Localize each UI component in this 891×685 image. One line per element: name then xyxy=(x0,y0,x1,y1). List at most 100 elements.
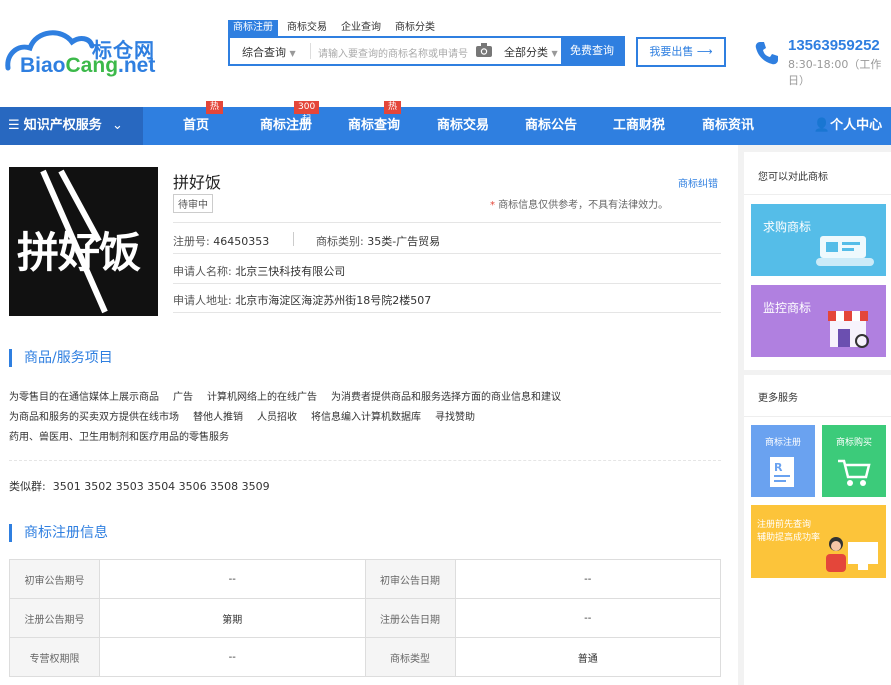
camera-icon[interactable] xyxy=(476,43,492,57)
search-tab-company[interactable]: 企业查询 xyxy=(336,20,386,36)
class-label: 商标类别: xyxy=(316,235,364,248)
phone-icon xyxy=(755,42,778,65)
handshake-icon xyxy=(816,236,874,266)
nav-home[interactable]: 首页 热 xyxy=(172,101,224,145)
nav-news[interactable]: 商标资讯 xyxy=(698,107,758,145)
trademark-name: 拼好饭 xyxy=(173,173,222,192)
nav-notice[interactable]: 商标公告 xyxy=(521,107,581,145)
applicant-label: 申请人名称: xyxy=(173,265,232,278)
registration-table: 初审公告期号 -- 初审公告日期 -- 注册公告期号 第期 注册公告日期 -- … xyxy=(9,559,721,677)
asterisk: * xyxy=(490,200,495,211)
table-key: 注册公告期号 xyxy=(9,598,100,638)
similar-label: 类似群: xyxy=(9,480,46,493)
nav-user-center[interactable]: 👤个人中心 xyxy=(810,107,886,145)
search-category-label: 全部分类 xyxy=(504,46,548,59)
buy-trademark-label: 求购商标 xyxy=(763,220,812,234)
nav-trade[interactable]: 商标交易 xyxy=(433,107,493,145)
search-category-select[interactable]: 全部分类 ▼ xyxy=(504,44,558,60)
hot-badge: 热 xyxy=(384,101,402,114)
table-row: 注册公告期号 第期 注册公告日期 -- xyxy=(9,598,721,638)
address-value: 北京市海淀区海淀苏州街18号院2楼507 xyxy=(235,294,432,307)
report-error-link[interactable]: 商标纠错 xyxy=(678,175,718,190)
logo-en-text[interactable]: BiaoCang.net xyxy=(20,54,155,78)
promo-line1: 注册前先查询 xyxy=(757,520,812,530)
monitor-trademark-card[interactable]: 监控商标 xyxy=(751,285,886,357)
goods-item: 为零售目的在通信媒体上展示商品 xyxy=(9,392,159,403)
divider xyxy=(744,370,891,375)
main-nav: ☰ 知识产权服务 ⌄ 首页热 商标注册 300起 商标查询热 商标交易 商标公告 … xyxy=(0,101,891,145)
divider xyxy=(744,194,891,195)
table-key: 注册公告日期 xyxy=(364,598,456,638)
divider xyxy=(9,460,721,461)
search-tab-register[interactable]: 商标注册 xyxy=(228,20,278,36)
nav-finance[interactable]: 工商财税 xyxy=(609,107,669,145)
divider xyxy=(173,253,721,254)
table-key: 初审公告日期 xyxy=(364,559,456,599)
trademark-class: 商标类别: 35类-广告贸易 xyxy=(316,233,440,249)
register-service-card[interactable]: 商标注册 R xyxy=(751,425,815,497)
arrow-right-icon: ⟶ xyxy=(696,45,713,58)
goods-item: 药用、兽医用、卫生用制剂和医疗用品的零售服务 xyxy=(9,432,229,443)
chevron-down-icon: ⌄ xyxy=(111,118,123,133)
logo-en-c: .net xyxy=(118,54,156,77)
similar-groups: 类似群: 3501 3502 3503 3504 3506 3508 3509 xyxy=(9,478,270,494)
section-title-goods: 商品/服务项目 xyxy=(9,349,113,367)
ip-services-label: 知识产权服务 xyxy=(23,118,102,133)
search-tabs: 商标注册 商标交易 企业查询 商标分类 xyxy=(228,20,444,36)
search-mode-select[interactable]: 综合查询 ▼ xyxy=(242,44,296,60)
table-value: -- xyxy=(99,637,366,677)
reg-no-label: 注册号: xyxy=(173,235,210,248)
search-tab-trade[interactable]: 商标交易 xyxy=(282,20,332,36)
trademark-image-text: 拼好饭 xyxy=(17,228,141,277)
header: 标仓网 BiaoCang.net 商标注册 商标交易 企业查询 商标分类 综合查… xyxy=(0,0,891,107)
customer-service-icon xyxy=(826,537,878,572)
goods-item: 为商品和服务的买卖双方提供在线市场 xyxy=(9,412,179,423)
goods-line: 为商品和服务的买卖双方提供在线市场 替他人推销 人员招收 将信息编入计算机数据库 寻找赞… xyxy=(9,408,729,428)
goods-item: 替他人推销 xyxy=(193,412,243,423)
monitor-trademark-label: 监控商标 xyxy=(763,301,812,315)
goods-list: 为零售目的在通信媒体上展示商品 广告 计算机网络上的在线广告 为消费者提供商品和服务选… xyxy=(9,388,729,448)
goods-item: 计算机网络上的在线广告 xyxy=(207,392,317,403)
user-center-label: 个人中心 xyxy=(830,118,883,133)
goods-item: 为消费者提供商品和服务选择方面的商业信息和建议 xyxy=(331,392,561,403)
chevron-down-icon: ▼ xyxy=(551,49,558,58)
class-value: 35类-广告贸易 xyxy=(367,235,441,248)
more-services-title: 更多服务 xyxy=(758,393,798,404)
search-box: 综合查询 ▼ 请输入要查询的商标名称或申请号 全部分类 ▼ 免费查询 xyxy=(228,36,625,66)
buy-service-card[interactable]: 商标购买 xyxy=(822,425,886,497)
divider xyxy=(744,416,891,417)
applicant-value: 北京三快科技有限公司 xyxy=(235,265,346,278)
divider xyxy=(293,232,294,246)
chevron-down-icon: ▼ xyxy=(289,49,296,58)
similar-value: 3501 3502 3503 3504 3506 3508 3509 xyxy=(52,480,270,493)
promo-card[interactable]: 注册前先查询 辅助提高成功率 xyxy=(751,505,886,578)
ip-services-menu[interactable]: ☰ 知识产权服务 ⌄ xyxy=(0,107,143,145)
search-input[interactable]: 请输入要查询的商标名称或申请号 xyxy=(318,45,468,60)
register-service-label: 商标注册 xyxy=(764,438,801,448)
nav-register[interactable]: 商标注册 300起 xyxy=(256,101,320,145)
divider xyxy=(173,312,721,313)
logo-en-a: Biao xyxy=(20,54,66,77)
logo-en-b: Cang xyxy=(65,54,119,77)
menu-icon: ☰ xyxy=(8,118,20,133)
table-value: 普通 xyxy=(454,637,721,677)
table-row: 专营权期限 -- 商标类型 普通 xyxy=(9,637,721,677)
svg-text:R: R xyxy=(774,461,783,474)
hot-badge: 热 xyxy=(206,101,224,114)
goods-line: 药用、兽医用、卫生用制剂和医疗用品的零售服务 xyxy=(9,428,729,448)
search-tab-category[interactable]: 商标分类 xyxy=(390,20,440,36)
section-title-registration: 商标注册信息 xyxy=(9,524,108,542)
status-badge: 待审中 xyxy=(173,194,213,213)
nav-search[interactable]: 商标查询 热 xyxy=(344,101,404,145)
buy-trademark-card[interactable]: 求购商标 xyxy=(751,204,886,276)
work-hours: 8:30-18:00（工作日） xyxy=(788,58,882,87)
table-value: -- xyxy=(454,559,721,599)
table-key: 专营权期限 xyxy=(9,637,100,677)
cart-icon xyxy=(838,459,871,486)
phone-number: 13563959252 xyxy=(788,37,880,54)
search-button[interactable]: 免费查询 xyxy=(561,38,623,64)
sell-button[interactable]: 我要出售 ⟶ xyxy=(636,37,726,67)
table-row: 初审公告期号 -- 初审公告日期 -- xyxy=(9,559,721,599)
trademark-image: 拼好饭 xyxy=(9,167,158,316)
goods-item: 广告 xyxy=(173,392,193,403)
